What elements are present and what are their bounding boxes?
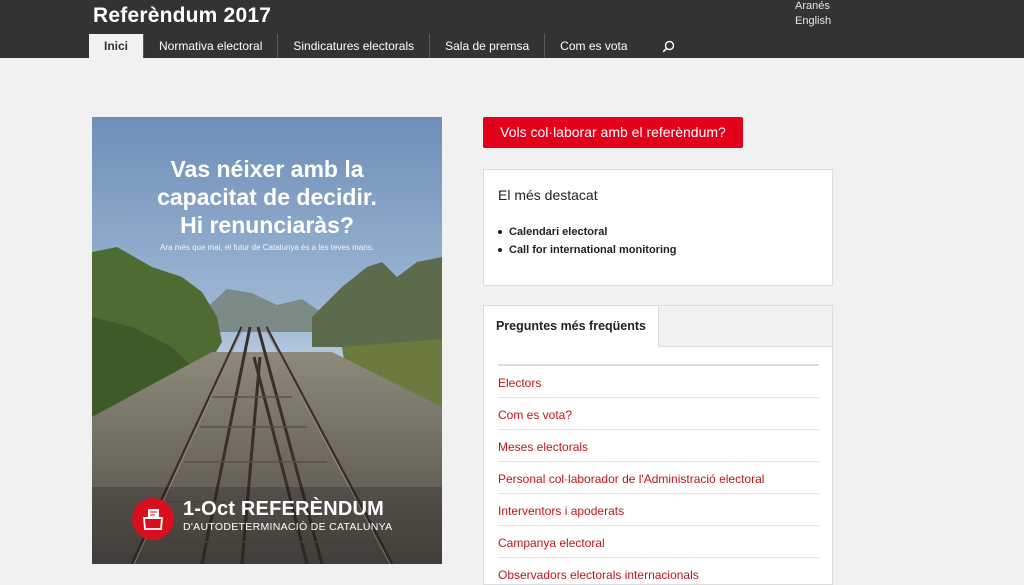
tab-faq[interactable]: Preguntes més freqüents xyxy=(484,306,659,347)
faq-link-interventors[interactable]: Interventors i apoderats xyxy=(498,494,819,528)
highlights-title: El més destacat xyxy=(498,187,598,203)
highlight-item: Calendari electoral xyxy=(498,223,676,241)
highlight-link-calendari[interactable]: Calendari electoral xyxy=(509,223,607,241)
faq-link-observadors[interactable]: Observadors electorals internacionals xyxy=(498,558,819,584)
faq-tabstrip: Preguntes més freqüents xyxy=(484,306,832,347)
faq-link-personal-collaborador[interactable]: Personal col·laborador de l'Administraci… xyxy=(498,462,819,496)
faq-panel: Preguntes més freqüents Electors Com es … xyxy=(483,305,833,585)
highlights-list: Calendari electoral Call for internation… xyxy=(498,223,676,259)
faq-item: Interventors i apoderats xyxy=(498,494,819,526)
ballot-box-icon xyxy=(132,498,174,540)
poster-headline-line: Vas néixer amb la xyxy=(170,156,364,182)
poster-referendum-title: 1-Oct REFERÈNDUM xyxy=(183,498,384,520)
site-title[interactable]: Referèndum 2017 xyxy=(93,4,271,28)
poster-subline: Ara més que mai, el futur de Catalunya é… xyxy=(160,243,374,252)
faq-link-campanya[interactable]: Campanya electoral xyxy=(498,526,819,560)
language-link-english[interactable]: English xyxy=(795,15,831,27)
faq-item: Observadors electorals internacionals xyxy=(498,558,819,584)
faq-item: Electors xyxy=(498,366,819,398)
poster-headline: Vas néixer amb la capacitat de decidir. … xyxy=(92,155,442,239)
nav-item-com-es-vota[interactable]: Com es vota xyxy=(544,34,642,58)
faq-item: Personal col·laborador de l'Administraci… xyxy=(498,462,819,494)
faq-list: Electors Com es vota? Meses electorals P… xyxy=(498,366,819,584)
referendum-poster[interactable]: Vas néixer amb la capacitat de decidir. … xyxy=(92,117,442,564)
poster-headline-line: Hi renunciaràs? xyxy=(180,212,354,238)
faq-item: Meses electorals xyxy=(498,430,819,462)
faq-link-meses-electorals[interactable]: Meses electorals xyxy=(498,430,819,464)
faq-link-electors[interactable]: Electors xyxy=(498,366,819,400)
faq-item: Com es vota? xyxy=(498,398,819,430)
highlights-panel: El més destacat Calendari electoral Call… xyxy=(483,169,833,286)
top-header: Referèndum 2017 Aranés English Inici Nor… xyxy=(0,0,1024,58)
poster-headline-line: capacitat de decidir. xyxy=(157,184,377,210)
main-nav: Inici Normativa electoral Sindicatures e… xyxy=(89,34,677,58)
nav-item-normativa[interactable]: Normativa electoral xyxy=(143,34,277,58)
search-icon[interactable] xyxy=(661,34,677,58)
language-link-aranes[interactable]: Aranés xyxy=(795,0,830,12)
highlight-item: Call for international monitoring xyxy=(498,241,676,259)
bullet-icon xyxy=(498,230,502,234)
collaborate-button[interactable]: Vols col·laborar amb el referèndum? xyxy=(483,117,743,148)
highlight-link-international-monitoring[interactable]: Call for international monitoring xyxy=(509,241,676,259)
nav-item-sindicatures[interactable]: Sindicatures electorals xyxy=(277,34,429,58)
poster-referendum-subtitle: D'AUTODETERMINACIÓ DE CATALUNYA xyxy=(183,521,393,533)
faq-item: Campanya electoral xyxy=(498,526,819,558)
faq-link-com-es-vota[interactable]: Com es vota? xyxy=(498,398,819,432)
bullet-icon xyxy=(498,248,502,252)
nav-item-sala-premsa[interactable]: Sala de premsa xyxy=(429,34,544,58)
nav-item-inici[interactable]: Inici xyxy=(89,34,144,58)
